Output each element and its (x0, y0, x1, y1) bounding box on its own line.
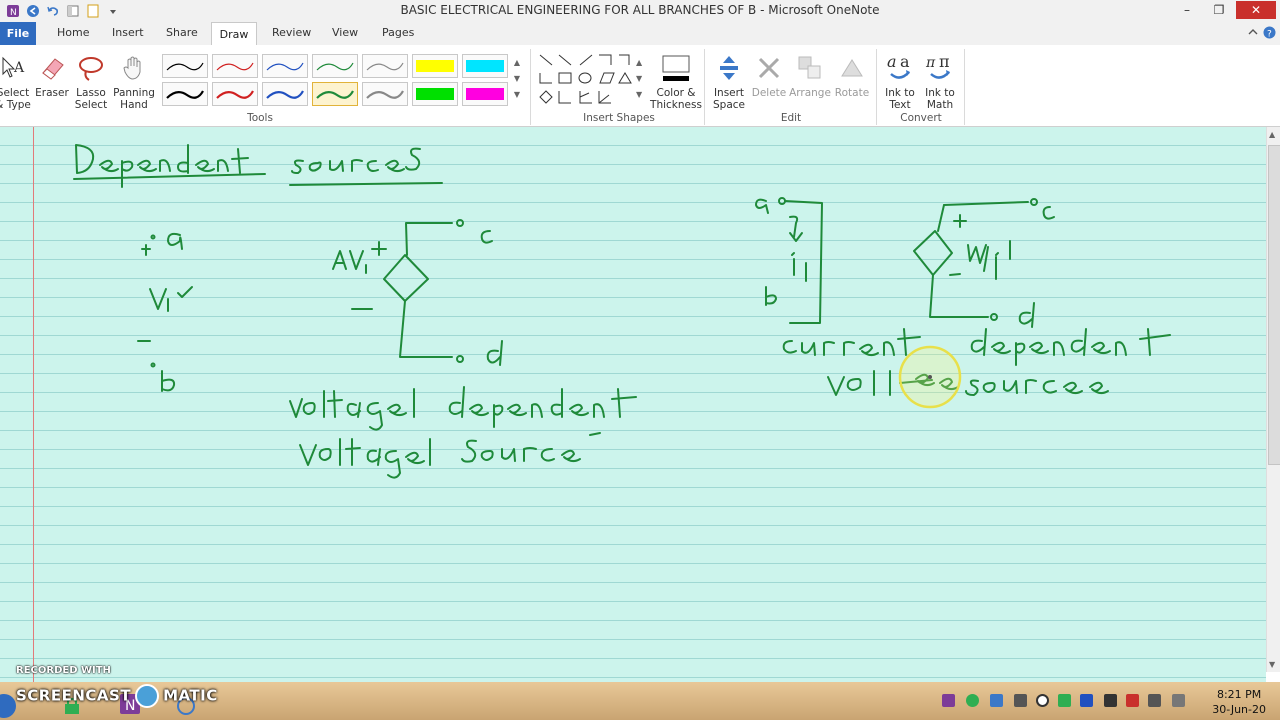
help-icon[interactable]: ? (1263, 26, 1276, 42)
tray-flag-icon[interactable] (1148, 694, 1161, 707)
tray-antivirus-icon[interactable] (1058, 694, 1071, 707)
svg-text:A: A (13, 60, 25, 76)
ink-to-text-button[interactable]: aa Ink to Text (880, 49, 920, 111)
highlighter-yellow[interactable] (412, 54, 458, 78)
select-type-icon: A (0, 49, 32, 87)
tab-draw[interactable]: Draw (211, 22, 257, 46)
pen-green-thin[interactable] (312, 54, 358, 78)
arrange-icon (788, 49, 832, 87)
watermark-brand: SCREENCAST MATIC (16, 684, 218, 708)
eraser-icon (34, 49, 70, 87)
pen-gallery-scroll[interactable]: ▲ ▼ ▼ (511, 55, 523, 107)
scroll-up-icon[interactable]: ▲ (1269, 130, 1275, 139)
eraser-button[interactable]: Eraser (34, 49, 70, 99)
group-label-insert-shapes: Insert Shapes (583, 112, 655, 124)
watermark-recorded-with: RECORDED WITH (16, 665, 111, 676)
close-icon[interactable]: ✕ (1236, 1, 1276, 19)
svg-text:?: ? (1267, 30, 1272, 40)
window-title: BASIC ELECTRICAL ENGINEERING FOR ALL BRA… (400, 3, 880, 17)
ink-ccvs-circuit (755, 197, 1171, 396)
tab-share[interactable]: Share (166, 26, 198, 39)
tray-bluetooth-icon[interactable] (1080, 694, 1093, 707)
tray-onenote-icon[interactable] (942, 694, 955, 707)
panning-hand-button[interactable]: Panning Hand (112, 49, 156, 111)
tray-power-icon[interactable] (1126, 694, 1139, 707)
pen-gray-thin[interactable] (362, 54, 408, 78)
pen-blue-thick[interactable] (262, 82, 308, 106)
scrollbar-thumb[interactable] (1268, 145, 1280, 465)
clock-time: 8:21 PM (1216, 688, 1262, 701)
clock-date: 30-Jun-20 (1212, 703, 1266, 716)
separator (964, 49, 965, 125)
rotate-button[interactable]: Rotate (832, 49, 872, 99)
tab-pages[interactable]: Pages (382, 26, 414, 39)
tab-insert[interactable]: Insert (112, 26, 144, 39)
window-controls: – ❐ ✕ (1172, 1, 1276, 19)
pen-red-thin[interactable] (212, 54, 258, 78)
lasso-select-button[interactable]: Lasso Select (72, 49, 110, 111)
pen-gray-thick[interactable] (362, 82, 408, 106)
color-thickness-icon (650, 49, 702, 87)
ink-to-math-button[interactable]: ππ Ink to Math (920, 49, 960, 111)
tray-shield-icon[interactable] (966, 694, 979, 707)
rotate-icon (832, 49, 872, 87)
svg-text:a: a (887, 52, 897, 71)
ink-to-math-icon: ππ (920, 49, 960, 87)
highlighter-cyan[interactable] (462, 54, 508, 78)
separator (530, 49, 531, 125)
minimize-icon[interactable]: – (1172, 1, 1202, 19)
svg-text:a: a (900, 52, 910, 71)
hand-icon (112, 49, 156, 87)
pen-blue-thin[interactable] (262, 54, 308, 78)
ink-heading (73, 144, 443, 188)
restore-icon[interactable]: ❐ (1204, 1, 1234, 19)
lasso-icon (72, 49, 110, 87)
pen-cursor (928, 375, 932, 379)
group-label-convert: Convert (900, 112, 942, 124)
pen-red-thick[interactable] (212, 82, 258, 106)
tray-network-icon[interactable] (1104, 694, 1117, 707)
separator (876, 49, 877, 125)
highlighter-magenta[interactable] (462, 82, 508, 106)
title-bar: N BASIC ELECTRICAL ENGINEERING FOR ALL B… (0, 0, 1280, 23)
watermark-logo-icon (135, 684, 160, 708)
separator (704, 49, 705, 125)
tab-review[interactable]: Review (272, 26, 311, 39)
ink-to-text-icon: aa (880, 49, 920, 87)
group-label-tools: Tools (247, 112, 273, 124)
select-type-button[interactable]: A Select & Type (0, 49, 32, 111)
tab-view[interactable]: View (332, 26, 358, 39)
taskbar-clock[interactable]: 8:21 PM 30-Jun-20 (1212, 687, 1266, 717)
insert-space-button[interactable]: Insert Space (708, 49, 750, 111)
ink-voltage-v1-terminals (137, 232, 193, 392)
tab-file[interactable]: File (0, 22, 36, 45)
tray-volume-icon[interactable] (1172, 694, 1185, 707)
tab-home[interactable]: Home (57, 26, 89, 39)
ink-vcvs-circuit (289, 219, 637, 479)
minimize-ribbon-icon[interactable] (1248, 27, 1258, 40)
tray-cloud-icon[interactable] (990, 694, 1003, 707)
scroll-down-icon[interactable]: ▼ (1269, 660, 1275, 669)
tray-record-icon[interactable] (1036, 694, 1049, 707)
pen-black-thick[interactable] (162, 82, 208, 106)
shapes-gallery[interactable] (537, 51, 637, 112)
vertical-scrollbar[interactable]: ▲ ▼ (1266, 127, 1280, 672)
ribbon-tab-bar: File Home Insert Share Draw Review View … (0, 22, 1280, 46)
tray-display-icon[interactable] (1014, 694, 1027, 707)
pen-black-thin[interactable] (162, 54, 208, 78)
group-label-edit: Edit (780, 112, 802, 124)
note-page-canvas[interactable] (0, 127, 1266, 682)
shapes-gallery-scroll[interactable]: ▲ ▼ ▼ (636, 55, 644, 103)
delete-icon (750, 49, 788, 87)
svg-text:π: π (925, 55, 936, 71)
handwritten-ink-layer (73, 144, 1171, 479)
delete-button[interactable]: Delete (750, 49, 788, 99)
ribbon-draw: A Select & Type Eraser Lasso Select Pann… (0, 45, 1280, 127)
insert-space-icon (708, 49, 750, 87)
pen-green-thick-selected[interactable] (312, 82, 358, 106)
color-thickness-button[interactable]: Color & Thickness (650, 49, 702, 111)
highlighter-green[interactable] (412, 82, 458, 106)
svg-text:π: π (939, 52, 950, 71)
arrange-button[interactable]: Arrange (788, 49, 832, 99)
